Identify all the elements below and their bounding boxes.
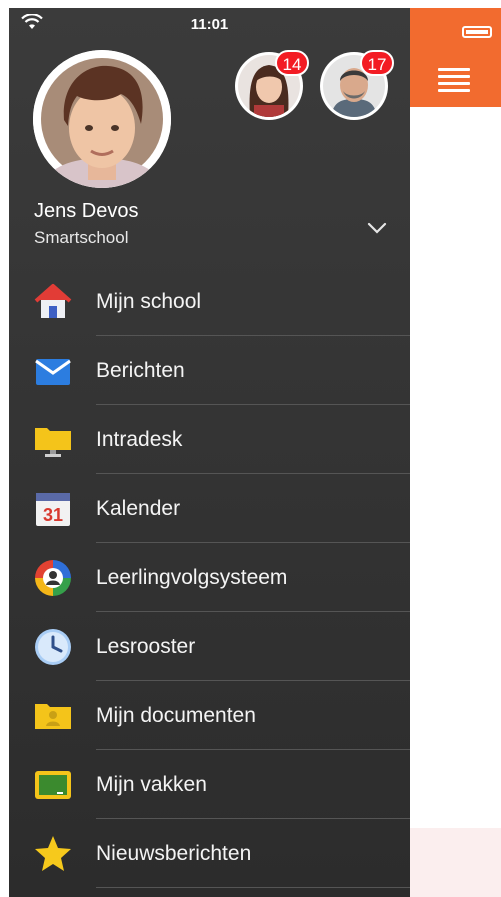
calendar-icon: 31 [36, 493, 70, 526]
menu-label: Berichten [96, 359, 185, 382]
menu-divider [96, 887, 410, 888]
menu-item-lesrooster[interactable]: Lesrooster [9, 612, 410, 681]
menu-item-leerlingvolgsysteem[interactable]: Leerlingvolgsysteem [9, 543, 410, 612]
documents-folder-icon [35, 704, 71, 729]
drawer-menu: Mijn school Berichten Intradesk 31 Kalen… [9, 267, 410, 888]
star-icon [35, 836, 71, 871]
hamburger-menu-icon[interactable] [438, 68, 470, 92]
home-icon [34, 284, 72, 318]
calendar-icon-text: 31 [43, 505, 63, 525]
app-header [410, 8, 501, 107]
menu-item-mijn-school[interactable]: Mijn school [9, 267, 410, 336]
account-avatar-man[interactable]: 17 [320, 50, 394, 120]
mail-icon [35, 359, 71, 385]
menu-item-mijn-vakken[interactable]: Mijn vakken [9, 750, 410, 819]
notification-badge: 17 [360, 50, 394, 76]
menu-label: Nieuwsberichten [96, 842, 252, 865]
student-tracking-icon [35, 560, 71, 596]
menu-label: Kalender [96, 497, 181, 520]
menu-label: Mijn documenten [96, 704, 256, 727]
left-edge [0, 0, 9, 897]
blackboard-icon [35, 771, 71, 799]
notification-badge: 14 [275, 50, 309, 76]
app-bottom-bar [410, 828, 501, 897]
main-app-peek[interactable] [410, 0, 501, 897]
folder-screen-icon [35, 428, 71, 457]
menu-label: Mijn school [96, 290, 202, 313]
account-avatar-girl[interactable]: 14 [235, 50, 309, 120]
menu-label: Intradesk [96, 428, 183, 451]
clock-icon [35, 629, 71, 665]
boy-portrait-image [33, 50, 171, 188]
battery-icon [462, 26, 492, 38]
menu-label: Leerlingvolgsysteem [96, 566, 288, 589]
status-bar: 11:01 [9, 8, 410, 42]
menu-item-nieuwsberichten[interactable]: Nieuwsberichten [9, 819, 410, 888]
status-time: 11:01 [190, 16, 229, 33]
menu-item-kalender[interactable]: 31 Kalender [9, 474, 410, 543]
profile-name: Jens Devos [34, 200, 139, 222]
profile-school: Smartschool [34, 228, 129, 247]
menu-label: Lesrooster [96, 635, 196, 658]
profile-avatar[interactable] [33, 50, 171, 188]
chevron-down-icon[interactable] [367, 222, 387, 234]
menu-item-mijn-documenten[interactable]: Mijn documenten [9, 681, 410, 750]
menu-item-intradesk[interactable]: Intradesk [9, 405, 410, 474]
menu-label: Mijn vakken [96, 773, 207, 796]
navigation-drawer: 11:01 14 17 Jens Devos Smartschool Mijn … [9, 8, 410, 897]
menu-item-berichten[interactable]: Berichten [9, 336, 410, 405]
